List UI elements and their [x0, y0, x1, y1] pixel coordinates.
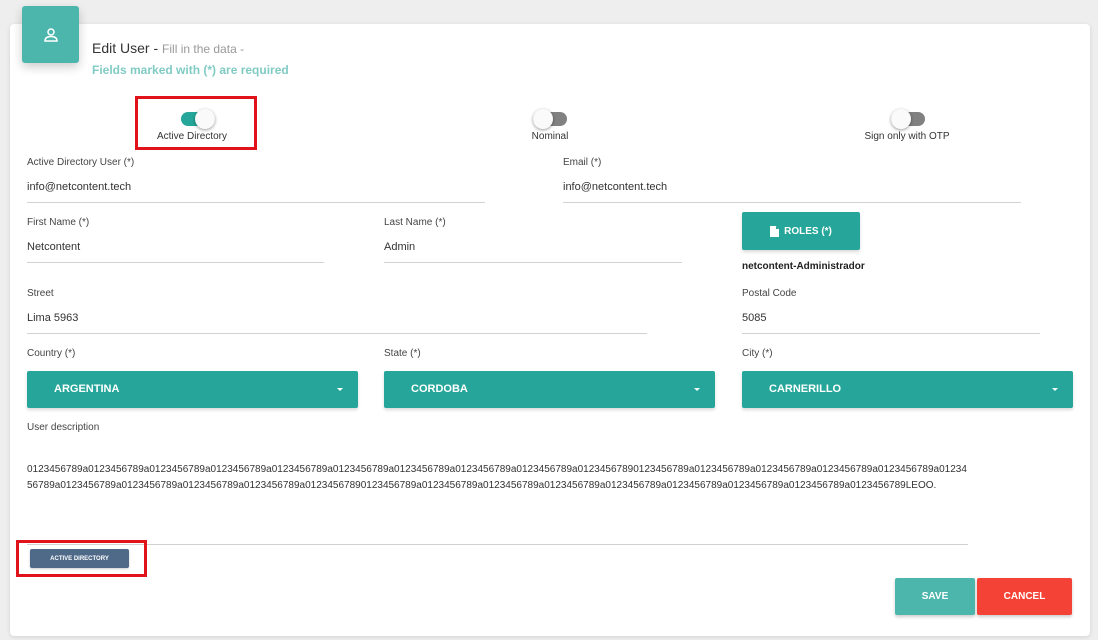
postal-code-label: Postal Code [742, 288, 797, 299]
save-button[interactable]: SAVE [895, 578, 975, 615]
page-title: Edit User - Fill in the data - [92, 40, 244, 56]
user-description-label: User description [27, 422, 100, 433]
state-select[interactable]: CORDOBA [384, 371, 715, 408]
city-select[interactable]: CARNERILLO [742, 371, 1073, 408]
ad-user-label: Active Directory User (*) [27, 157, 135, 168]
roles-button[interactable]: ROLES (*) [742, 212, 860, 250]
country-label: Country (*) [27, 348, 76, 359]
toggle-knob [533, 109, 553, 129]
last-name-label: Last Name (*) [384, 217, 446, 228]
state-label: State (*) [384, 348, 421, 359]
required-fields-note: Fields marked with (*) are required [92, 63, 289, 77]
ad-user-input[interactable]: info@netcontent.tech [27, 181, 131, 193]
city-label: City (*) [742, 348, 773, 359]
email-underline [563, 202, 1021, 203]
toggle-knob [195, 109, 215, 129]
email-label: Email (*) [563, 157, 602, 168]
active-directory-toggle[interactable] [181, 109, 215, 129]
nominal-toggle[interactable] [533, 109, 567, 129]
street-underline [27, 333, 647, 334]
person-icon [43, 27, 58, 42]
sign-only-otp-toggle[interactable] [891, 109, 925, 129]
active-directory-toggle-label: Active Directory [156, 131, 227, 142]
active-directory-button[interactable]: ACTIVE DIRECTORY [30, 549, 129, 568]
postal-code-underline [742, 333, 1040, 334]
street-input[interactable]: Lima 5963 [27, 312, 78, 324]
first-name-underline [27, 262, 324, 263]
first-name-label: First Name (*) [27, 217, 90, 228]
postal-code-input[interactable]: 5085 [742, 312, 766, 324]
first-name-input[interactable]: Netcontent [27, 241, 80, 253]
city-select-value: CARNERILLO [769, 383, 842, 395]
country-select-value: ARGENTINA [54, 383, 120, 395]
card-header-badge [22, 6, 79, 63]
ad-user-underline [27, 202, 485, 203]
country-select[interactable]: ARGENTINA [27, 371, 358, 408]
user-description-underline [27, 544, 968, 545]
cancel-button[interactable]: CANCEL [977, 578, 1072, 615]
toggle-knob [891, 109, 911, 129]
last-name-underline [384, 262, 682, 263]
roles-value: netcontent-Administrador [742, 261, 865, 272]
caret-down-icon [694, 388, 700, 391]
nominal-toggle-label: Nominal [531, 131, 569, 142]
file-icon [770, 225, 780, 237]
last-name-input[interactable]: Admin [384, 241, 415, 253]
title-subtitle: Fill in the data - [162, 42, 245, 56]
street-label: Street [27, 288, 54, 299]
title-text: Edit User [92, 40, 150, 56]
title-separator: - [149, 40, 163, 56]
roles-button-label: ROLES (*) [784, 225, 832, 237]
email-input[interactable]: info@netcontent.tech [563, 181, 667, 193]
caret-down-icon [1052, 388, 1058, 391]
user-description-textarea[interactable]: 0123456789a0123456789a0123456789a0123456… [27, 462, 967, 494]
state-select-value: CORDOBA [411, 383, 468, 395]
sign-only-otp-toggle-label: Sign only with OTP [864, 131, 950, 142]
caret-down-icon [337, 388, 343, 391]
